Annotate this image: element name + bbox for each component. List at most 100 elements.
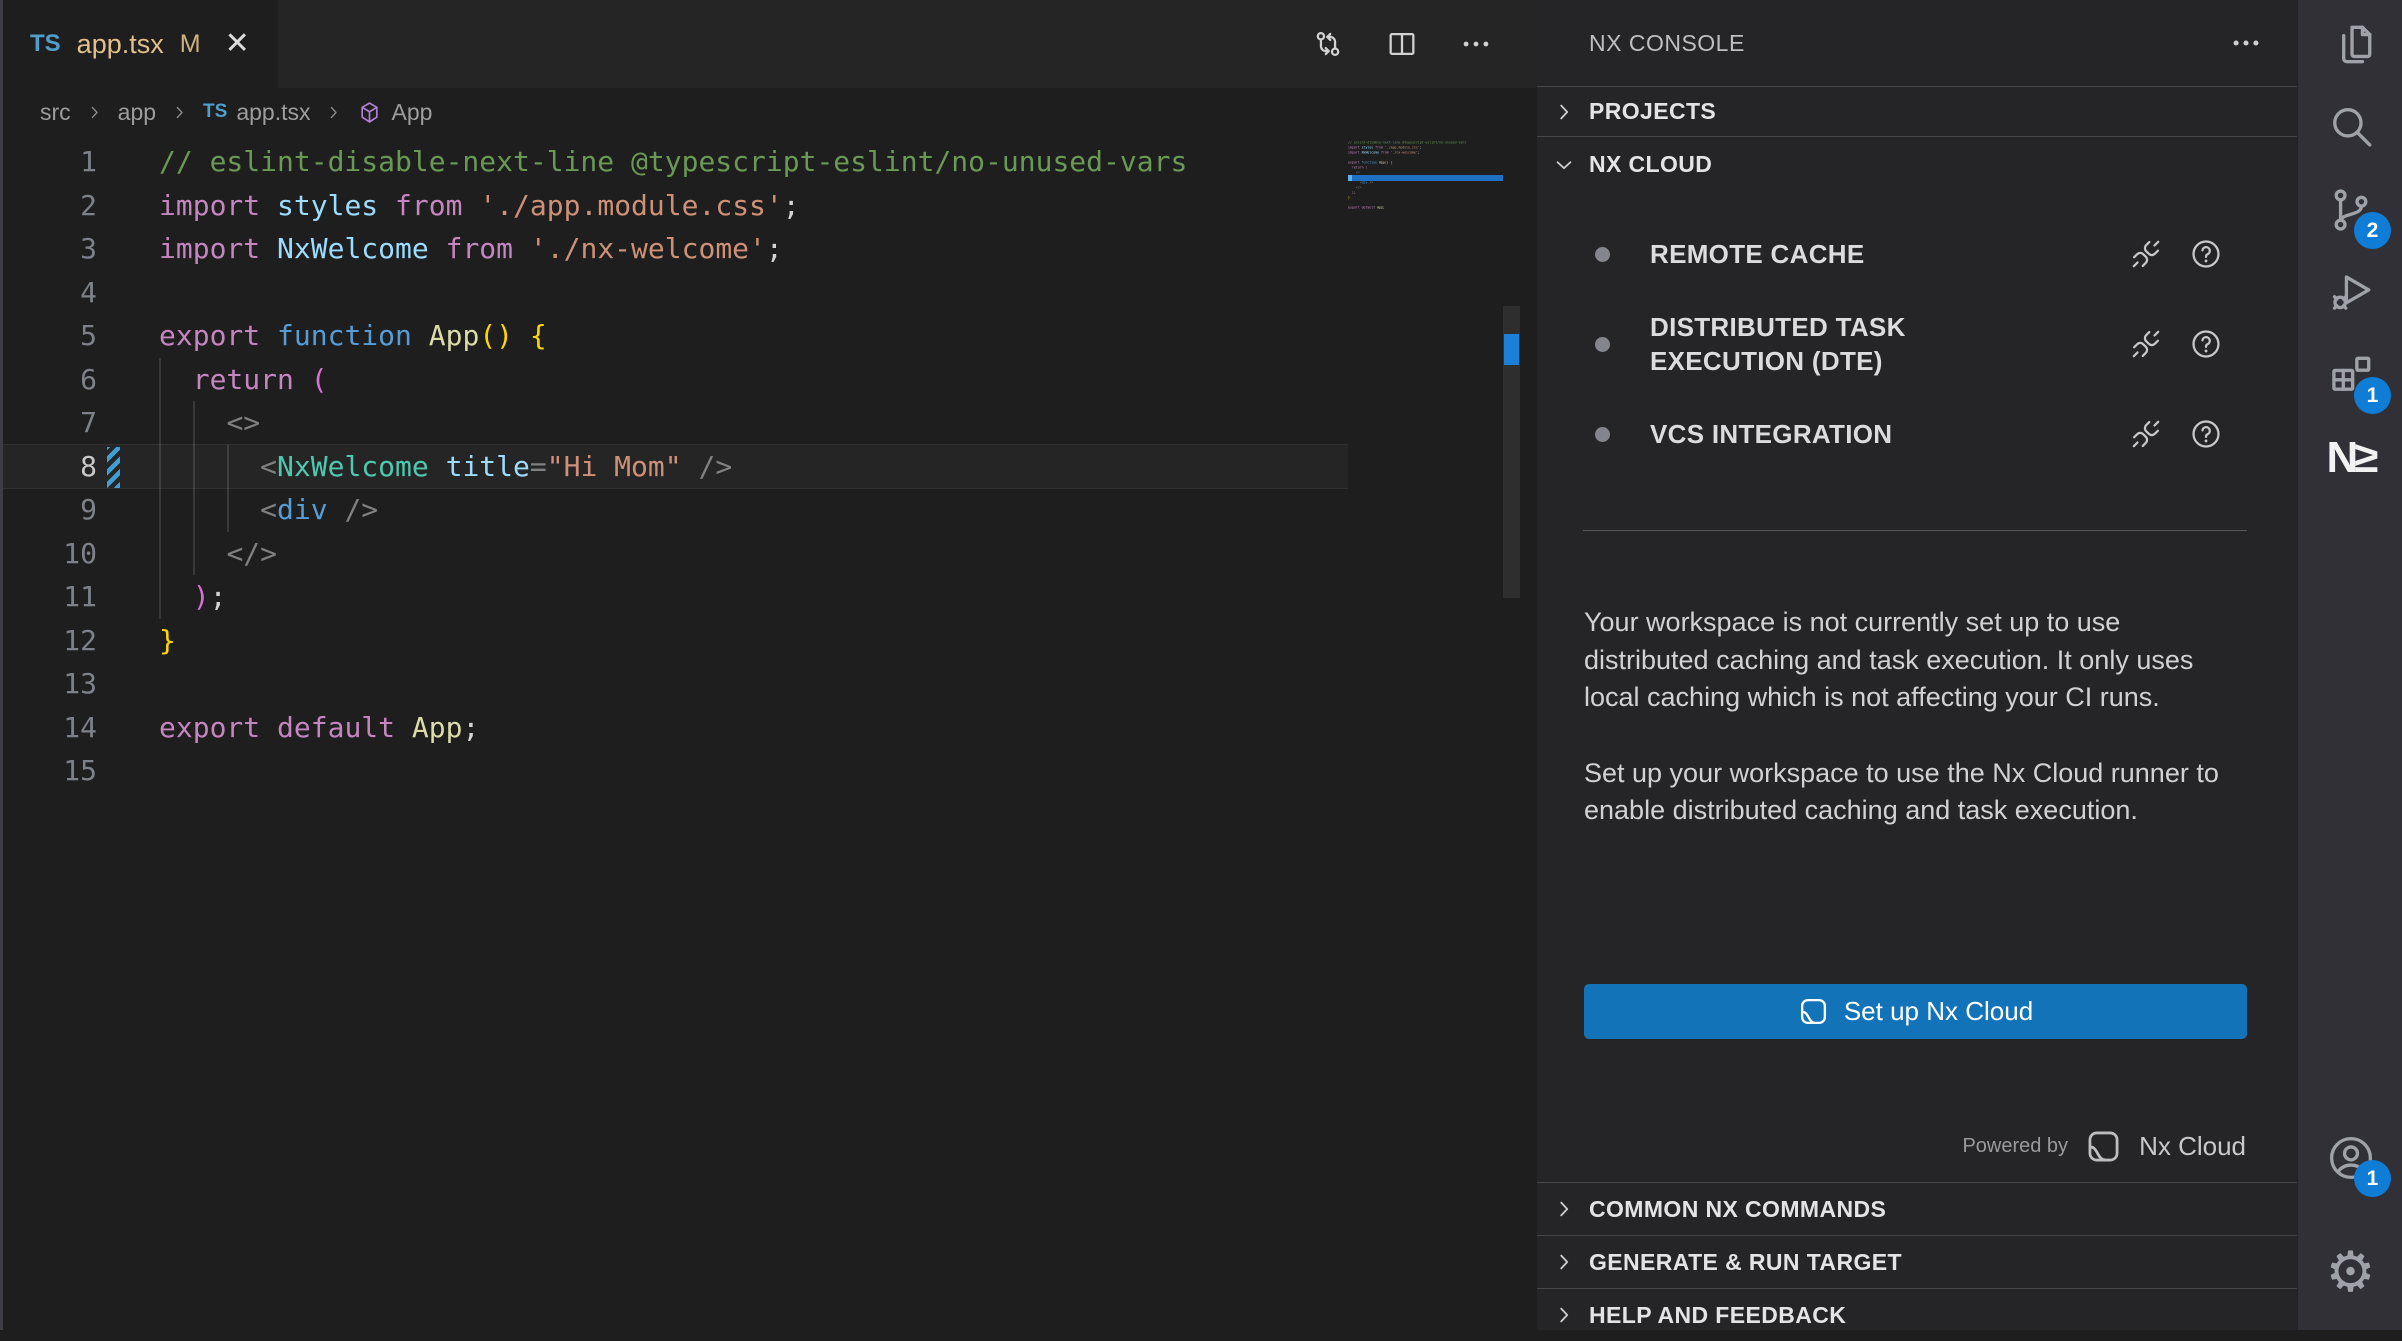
- nx-console-activity-button[interactable]: N≥: [2298, 417, 2402, 499]
- git-modified-badge: M: [180, 30, 201, 59]
- more-actions-icon[interactable]: [1459, 27, 1493, 61]
- code-line-7[interactable]: 7 <>: [0, 401, 1348, 445]
- close-tab-icon[interactable]: ✕: [225, 29, 250, 59]
- chevron-right-icon: [1553, 1304, 1575, 1326]
- section-projects[interactable]: PROJECTS: [1537, 86, 2297, 136]
- breadcrumb-item-app[interactable]: App: [357, 99, 432, 126]
- minimap-modified-marker: [1348, 175, 1352, 181]
- feature-label: REMOTE CACHE: [1650, 237, 1980, 271]
- breadcrumb-item-src[interactable]: src: [40, 99, 71, 126]
- notification-badge: 2: [2354, 212, 2391, 249]
- plug-icon: [2129, 237, 2163, 271]
- editor-toolbar: [1311, 0, 1537, 88]
- feature-label: DISTRIBUTED TASK EXECUTION (DTE): [1650, 310, 1980, 378]
- code-text: return (: [159, 358, 328, 402]
- minimap[interactable]: // eslint-disable-next-line @typescript-…: [1348, 140, 1503, 560]
- account-activity-button[interactable]: 1: [2298, 1117, 2402, 1199]
- connect-plug-icon[interactable]: [2129, 417, 2163, 451]
- code-line-12[interactable]: 12}: [0, 619, 1348, 663]
- source-control-activity-button[interactable]: 2: [2298, 169, 2402, 251]
- description-paragraph: Your workspace is not currently set up t…: [1584, 604, 2229, 717]
- code-line-2[interactable]: 2import styles from './app.module.css';: [0, 184, 1348, 228]
- extensions-activity-button[interactable]: 1: [2298, 334, 2402, 416]
- split-editor-icon[interactable]: [1385, 27, 1419, 61]
- breadcrumb[interactable]: src app TS app.tsx App: [0, 88, 1537, 136]
- section-label: GENERATE & RUN TARGET: [1589, 1249, 1902, 1276]
- chevron-down-icon: [1553, 154, 1575, 176]
- code-line-9[interactable]: 9 <div />: [0, 488, 1348, 532]
- chevron-right-icon: [1553, 1198, 1575, 1220]
- feature-row-remote-cache: REMOTE CACHE: [1537, 209, 2297, 299]
- code-text: <div />: [159, 488, 378, 532]
- code-line-11[interactable]: 11 );: [0, 575, 1348, 619]
- line-number: 9: [0, 488, 97, 532]
- powered-by-label: Powered by: [1962, 1135, 2068, 1158]
- help-icon[interactable]: [2189, 237, 2223, 271]
- breadcrumb-item-app[interactable]: app: [118, 99, 156, 126]
- section-label: PROJECTS: [1589, 98, 1716, 125]
- plug-icon: [2129, 417, 2163, 451]
- section-label: NX CLOUD: [1589, 151, 1712, 178]
- typescript-file-icon: TS: [203, 101, 227, 123]
- open-changes-icon: [1311, 27, 1345, 61]
- line-number: 5: [0, 314, 97, 358]
- help-icon: [2189, 327, 2223, 361]
- line-number: 10: [0, 532, 97, 576]
- settings-gear-icon: ⚙: [2325, 1244, 2375, 1300]
- tab-app-tsx[interactable]: TS app.tsx M ✕: [0, 0, 278, 88]
- code-text: import styles from './app.module.css';: [159, 184, 800, 228]
- debug-icon: [2326, 267, 2376, 317]
- section-generate-run-target[interactable]: GENERATE & RUN TARGET: [1537, 1235, 2297, 1288]
- feature-label: VCS INTEGRATION: [1650, 417, 1980, 451]
- section-common-nx-commands[interactable]: COMMON NX COMMANDS: [1537, 1182, 2297, 1235]
- search-activity-button[interactable]: [2298, 86, 2402, 168]
- section-label: HELP AND FEEDBACK: [1589, 1302, 1846, 1329]
- code-line-1[interactable]: 1// eslint-disable-next-line @typescript…: [0, 140, 1348, 184]
- typescript-file-icon: TS: [30, 30, 61, 58]
- connect-plug-icon[interactable]: [2129, 327, 2163, 361]
- breadcrumb-label: App: [391, 99, 432, 126]
- section-nx-cloud[interactable]: NX CLOUD: [1537, 136, 2297, 192]
- symbol-cube-icon: [357, 100, 382, 125]
- window-left-edge: [0, 0, 3, 1330]
- debug-activity-button[interactable]: [2298, 251, 2402, 333]
- code-line-8[interactable]: 8 <NxWelcome title="Hi Mom" />: [0, 445, 1348, 489]
- code-line-6[interactable]: 6 return (: [0, 358, 1348, 402]
- code-editor[interactable]: 1// eslint-disable-next-line @typescript…: [0, 136, 1348, 1330]
- code-text: );: [159, 575, 226, 619]
- notification-badge: 1: [2354, 1160, 2391, 1197]
- line-number: 7: [0, 401, 97, 445]
- code-text: <>: [159, 401, 260, 445]
- help-icon[interactable]: [2189, 417, 2223, 451]
- breadcrumb-separator-icon: [86, 104, 103, 121]
- nx-cloud-features: REMOTE CACHE DISTRIBUTED TASK EXECUTION (…: [1537, 209, 2297, 479]
- nx-cloud-brand: Nx Cloud: [2139, 1131, 2246, 1162]
- connect-plug-icon[interactable]: [2129, 237, 2163, 271]
- breadcrumb-label: app: [118, 99, 156, 126]
- line-number: 6: [0, 358, 97, 402]
- code-line-3[interactable]: 3import NxWelcome from './nx-welcome';: [0, 227, 1348, 271]
- notification-badge: 1: [2354, 377, 2391, 414]
- chevron-right-icon: [325, 104, 342, 121]
- section-help-and-feedback[interactable]: HELP AND FEEDBACK: [1537, 1288, 2297, 1341]
- code-line-13[interactable]: 13: [0, 662, 1348, 706]
- section-label: COMMON NX COMMANDS: [1589, 1196, 1886, 1223]
- panel-more-actions-icon[interactable]: [2229, 26, 2263, 60]
- nx-cloud-logo-icon: [1798, 996, 1829, 1027]
- code-line-15[interactable]: 15: [0, 749, 1348, 793]
- code-line-14[interactable]: 14export default App;: [0, 706, 1348, 750]
- divider: [1583, 530, 2247, 531]
- chevron-right-icon: [1553, 101, 1575, 123]
- breadcrumb-label: app.tsx: [236, 99, 310, 126]
- breadcrumb-item-app-tsx[interactable]: TS app.tsx: [203, 99, 310, 126]
- help-icon[interactable]: [2189, 327, 2223, 361]
- code-line-5[interactable]: 5export function App() {: [0, 314, 1348, 358]
- setup-nx-cloud-button[interactable]: Set up Nx Cloud: [1584, 984, 2247, 1039]
- files-activity-button[interactable]: [2298, 4, 2402, 86]
- code-line-4[interactable]: 4: [0, 271, 1348, 315]
- code-line-10[interactable]: 10 </>: [0, 532, 1348, 576]
- more-actions-icon: [1459, 27, 1493, 61]
- line-number: 12: [0, 619, 97, 663]
- open-changes-icon[interactable]: [1311, 27, 1345, 61]
- settings-gear-activity-button[interactable]: ⚙: [2298, 1231, 2402, 1313]
